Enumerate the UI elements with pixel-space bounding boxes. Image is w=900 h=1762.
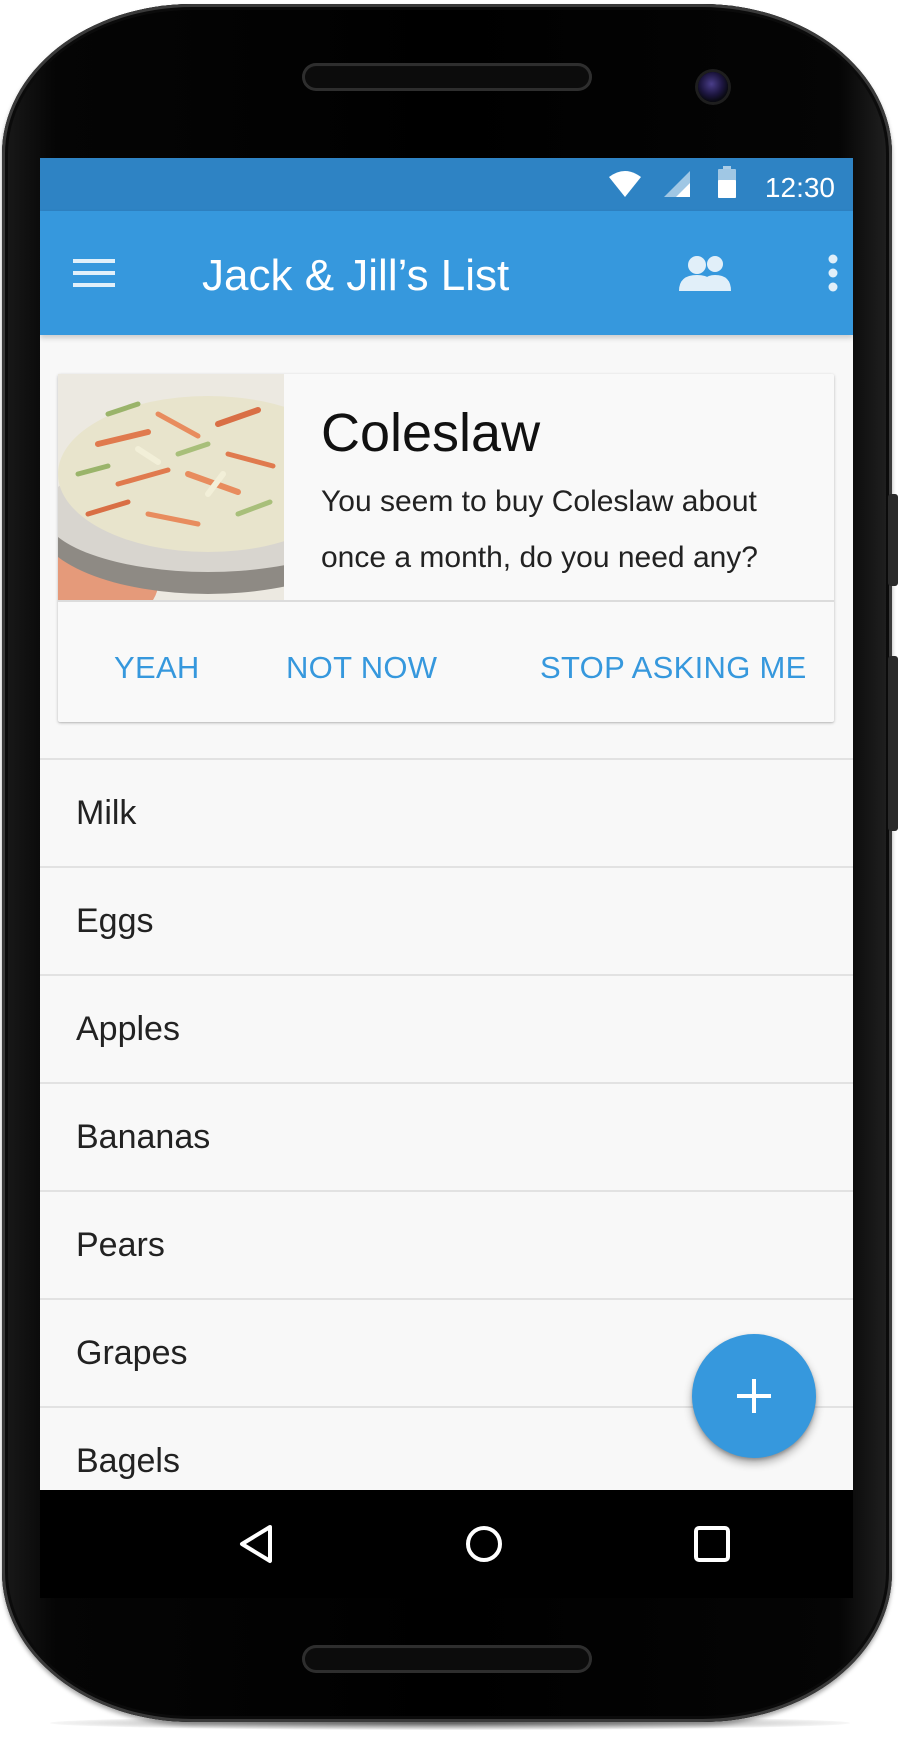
- list-item-label: Bagels: [76, 1442, 180, 1480]
- people-icon[interactable]: [674, 245, 738, 301]
- list-item[interactable]: Bananas: [40, 1082, 853, 1190]
- list-item[interactable]: Pears: [40, 1190, 853, 1298]
- app-title: Jack & Jill’s List: [202, 251, 510, 300]
- navigation-bar: [40, 1490, 853, 1598]
- status-time: 12:30: [764, 172, 835, 203]
- coleslaw-photo: [58, 374, 284, 600]
- back-icon[interactable]: [224, 1512, 288, 1576]
- overflow-menu-icon[interactable]: [818, 247, 848, 299]
- status-bar: 12:30: [40, 158, 853, 211]
- add-item-fab[interactable]: [692, 1334, 816, 1458]
- suggestion-card: Coleslaw You seem to buy Coleslaw about …: [58, 374, 834, 722]
- front-camera: [698, 72, 728, 102]
- stop-asking-button[interactable]: STOP ASKING ME: [540, 650, 807, 686]
- recents-icon[interactable]: [680, 1512, 744, 1576]
- card-title: Coleslaw: [321, 403, 541, 463]
- app-bar: Jack & Jill’s List: [40, 211, 853, 335]
- list-item-label: Eggs: [76, 902, 154, 940]
- list-item[interactable]: Apples: [40, 974, 853, 1082]
- list-item[interactable]: Eggs: [40, 866, 853, 974]
- cell-signal-icon: [664, 171, 690, 197]
- card-divider: [58, 600, 834, 602]
- card-body: You seem to buy Coleslaw about once a mo…: [321, 485, 758, 574]
- bottom-speaker: [302, 1645, 592, 1673]
- menu-icon[interactable]: [68, 247, 120, 299]
- volume-button: [888, 656, 898, 831]
- plus-icon: [737, 1379, 771, 1413]
- list-item-label: Grapes: [76, 1334, 188, 1372]
- screen: 12:30 Jack & Jill’s List Coleslaw You se…: [40, 158, 853, 1598]
- list-item-label: Bananas: [76, 1118, 211, 1156]
- not-now-button[interactable]: NOT NOW: [286, 650, 437, 686]
- home-icon[interactable]: [452, 1512, 516, 1576]
- list-item-label: Milk: [76, 794, 137, 832]
- list-item[interactable]: Milk: [40, 758, 853, 866]
- list-item-label: Apples: [76, 1010, 180, 1048]
- top-speaker: [302, 63, 592, 91]
- battery-icon: [718, 166, 736, 198]
- list-item-label: Pears: [76, 1226, 165, 1264]
- wifi-icon: [609, 171, 641, 197]
- yeah-button[interactable]: YEAH: [114, 650, 200, 686]
- device-mockup: 12:30 Jack & Jill’s List Coleslaw You se…: [0, 0, 900, 1762]
- power-button: [888, 494, 898, 586]
